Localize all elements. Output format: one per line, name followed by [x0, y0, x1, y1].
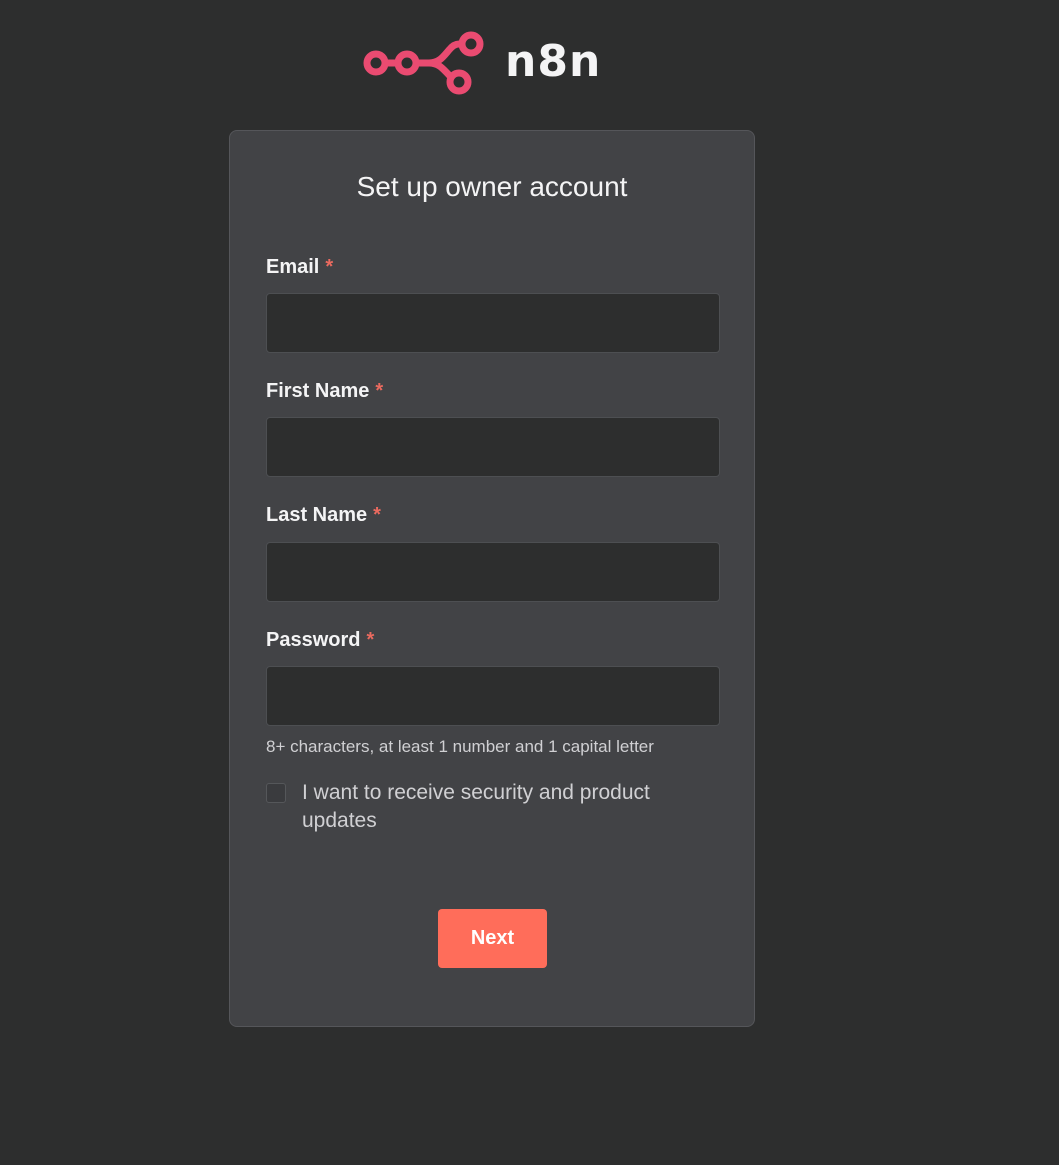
updates-checkbox-label[interactable]: I want to receive security and product u… — [302, 779, 712, 835]
password-label: Password * — [266, 629, 375, 651]
n8n-nodes-logo-icon — [363, 31, 484, 95]
last-name-field[interactable] — [266, 542, 720, 602]
next-button[interactable]: Next — [438, 909, 547, 968]
email-field[interactable] — [266, 293, 720, 353]
setup-owner-card: Set up owner account Email * First Name * … — [229, 130, 755, 1027]
required-asterisk: * — [375, 380, 384, 402]
required-asterisk: * — [366, 629, 375, 651]
required-asterisk: * — [373, 504, 381, 526]
first-name-field[interactable] — [266, 417, 720, 477]
email-label: Email * — [266, 256, 334, 278]
first-name-label: First Name * — [266, 380, 384, 402]
n8n-logo: n8n — [363, 30, 663, 96]
updates-checkbox[interactable] — [266, 783, 286, 803]
required-asterisk: * — [325, 256, 334, 278]
brand-name: n8n — [505, 36, 602, 87]
page-title: Set up owner account — [356, 171, 628, 202]
password-hint: 8+ characters, at least 1 number and 1 c… — [266, 737, 654, 756]
last-name-label: Last Name * — [266, 504, 381, 526]
password-field[interactable] — [266, 666, 720, 726]
